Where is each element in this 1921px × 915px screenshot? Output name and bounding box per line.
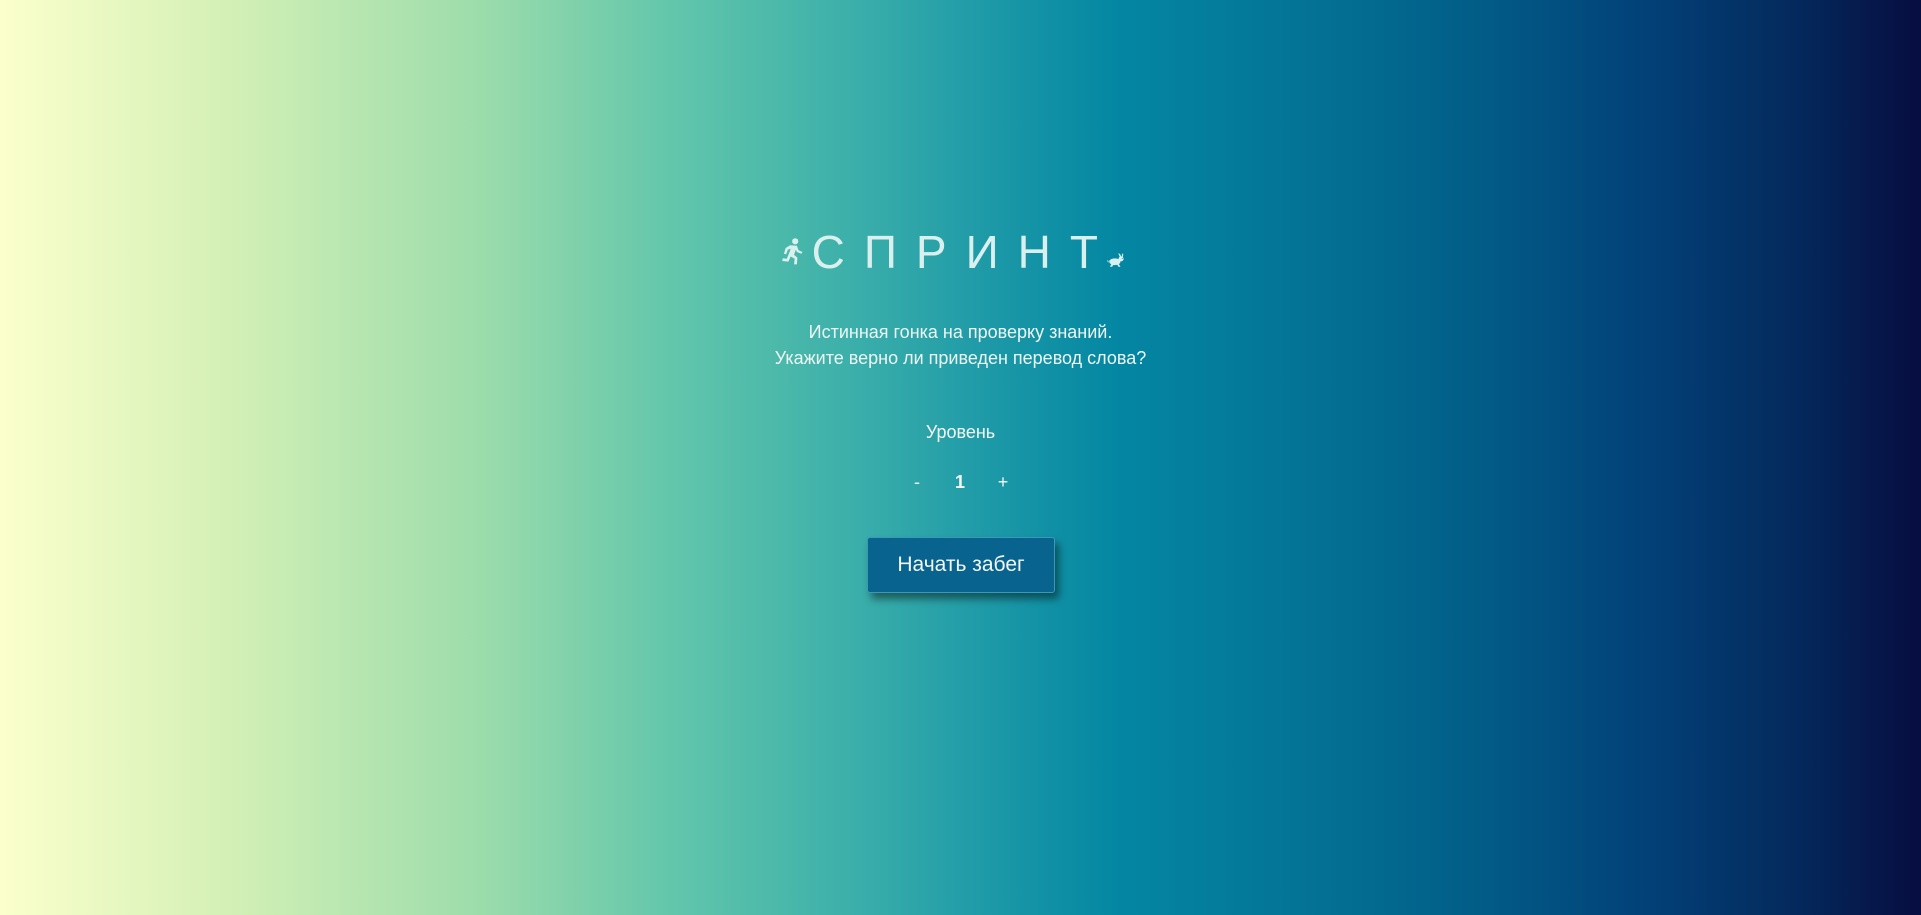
- title-text: СПРИНТ: [811, 226, 1117, 278]
- rabbit-icon: [1107, 253, 1124, 267]
- description-line-2: Укажите верно ли приведен перевод слова?: [774, 348, 1147, 368]
- game-description: Истинная гонка на проверку знаний. Укажи…: [0, 319, 1921, 371]
- level-increment-button[interactable]: +: [991, 472, 1015, 493]
- description-line-1: Истинная гонка на проверку знаний.: [808, 322, 1113, 342]
- level-decrement-button[interactable]: -: [905, 472, 929, 493]
- start-race-button[interactable]: Начать забег: [867, 537, 1055, 593]
- sprint-start-screen: СПРИНТ Истинная гонка на проверку знаний…: [0, 0, 1921, 915]
- running-person-icon: [782, 238, 803, 265]
- page-title: СПРИНТ: [780, 222, 1125, 282]
- level-label: Уровень: [925, 422, 996, 442]
- level-stepper: - 1 +: [905, 470, 1015, 494]
- level-value: 1: [954, 471, 965, 492]
